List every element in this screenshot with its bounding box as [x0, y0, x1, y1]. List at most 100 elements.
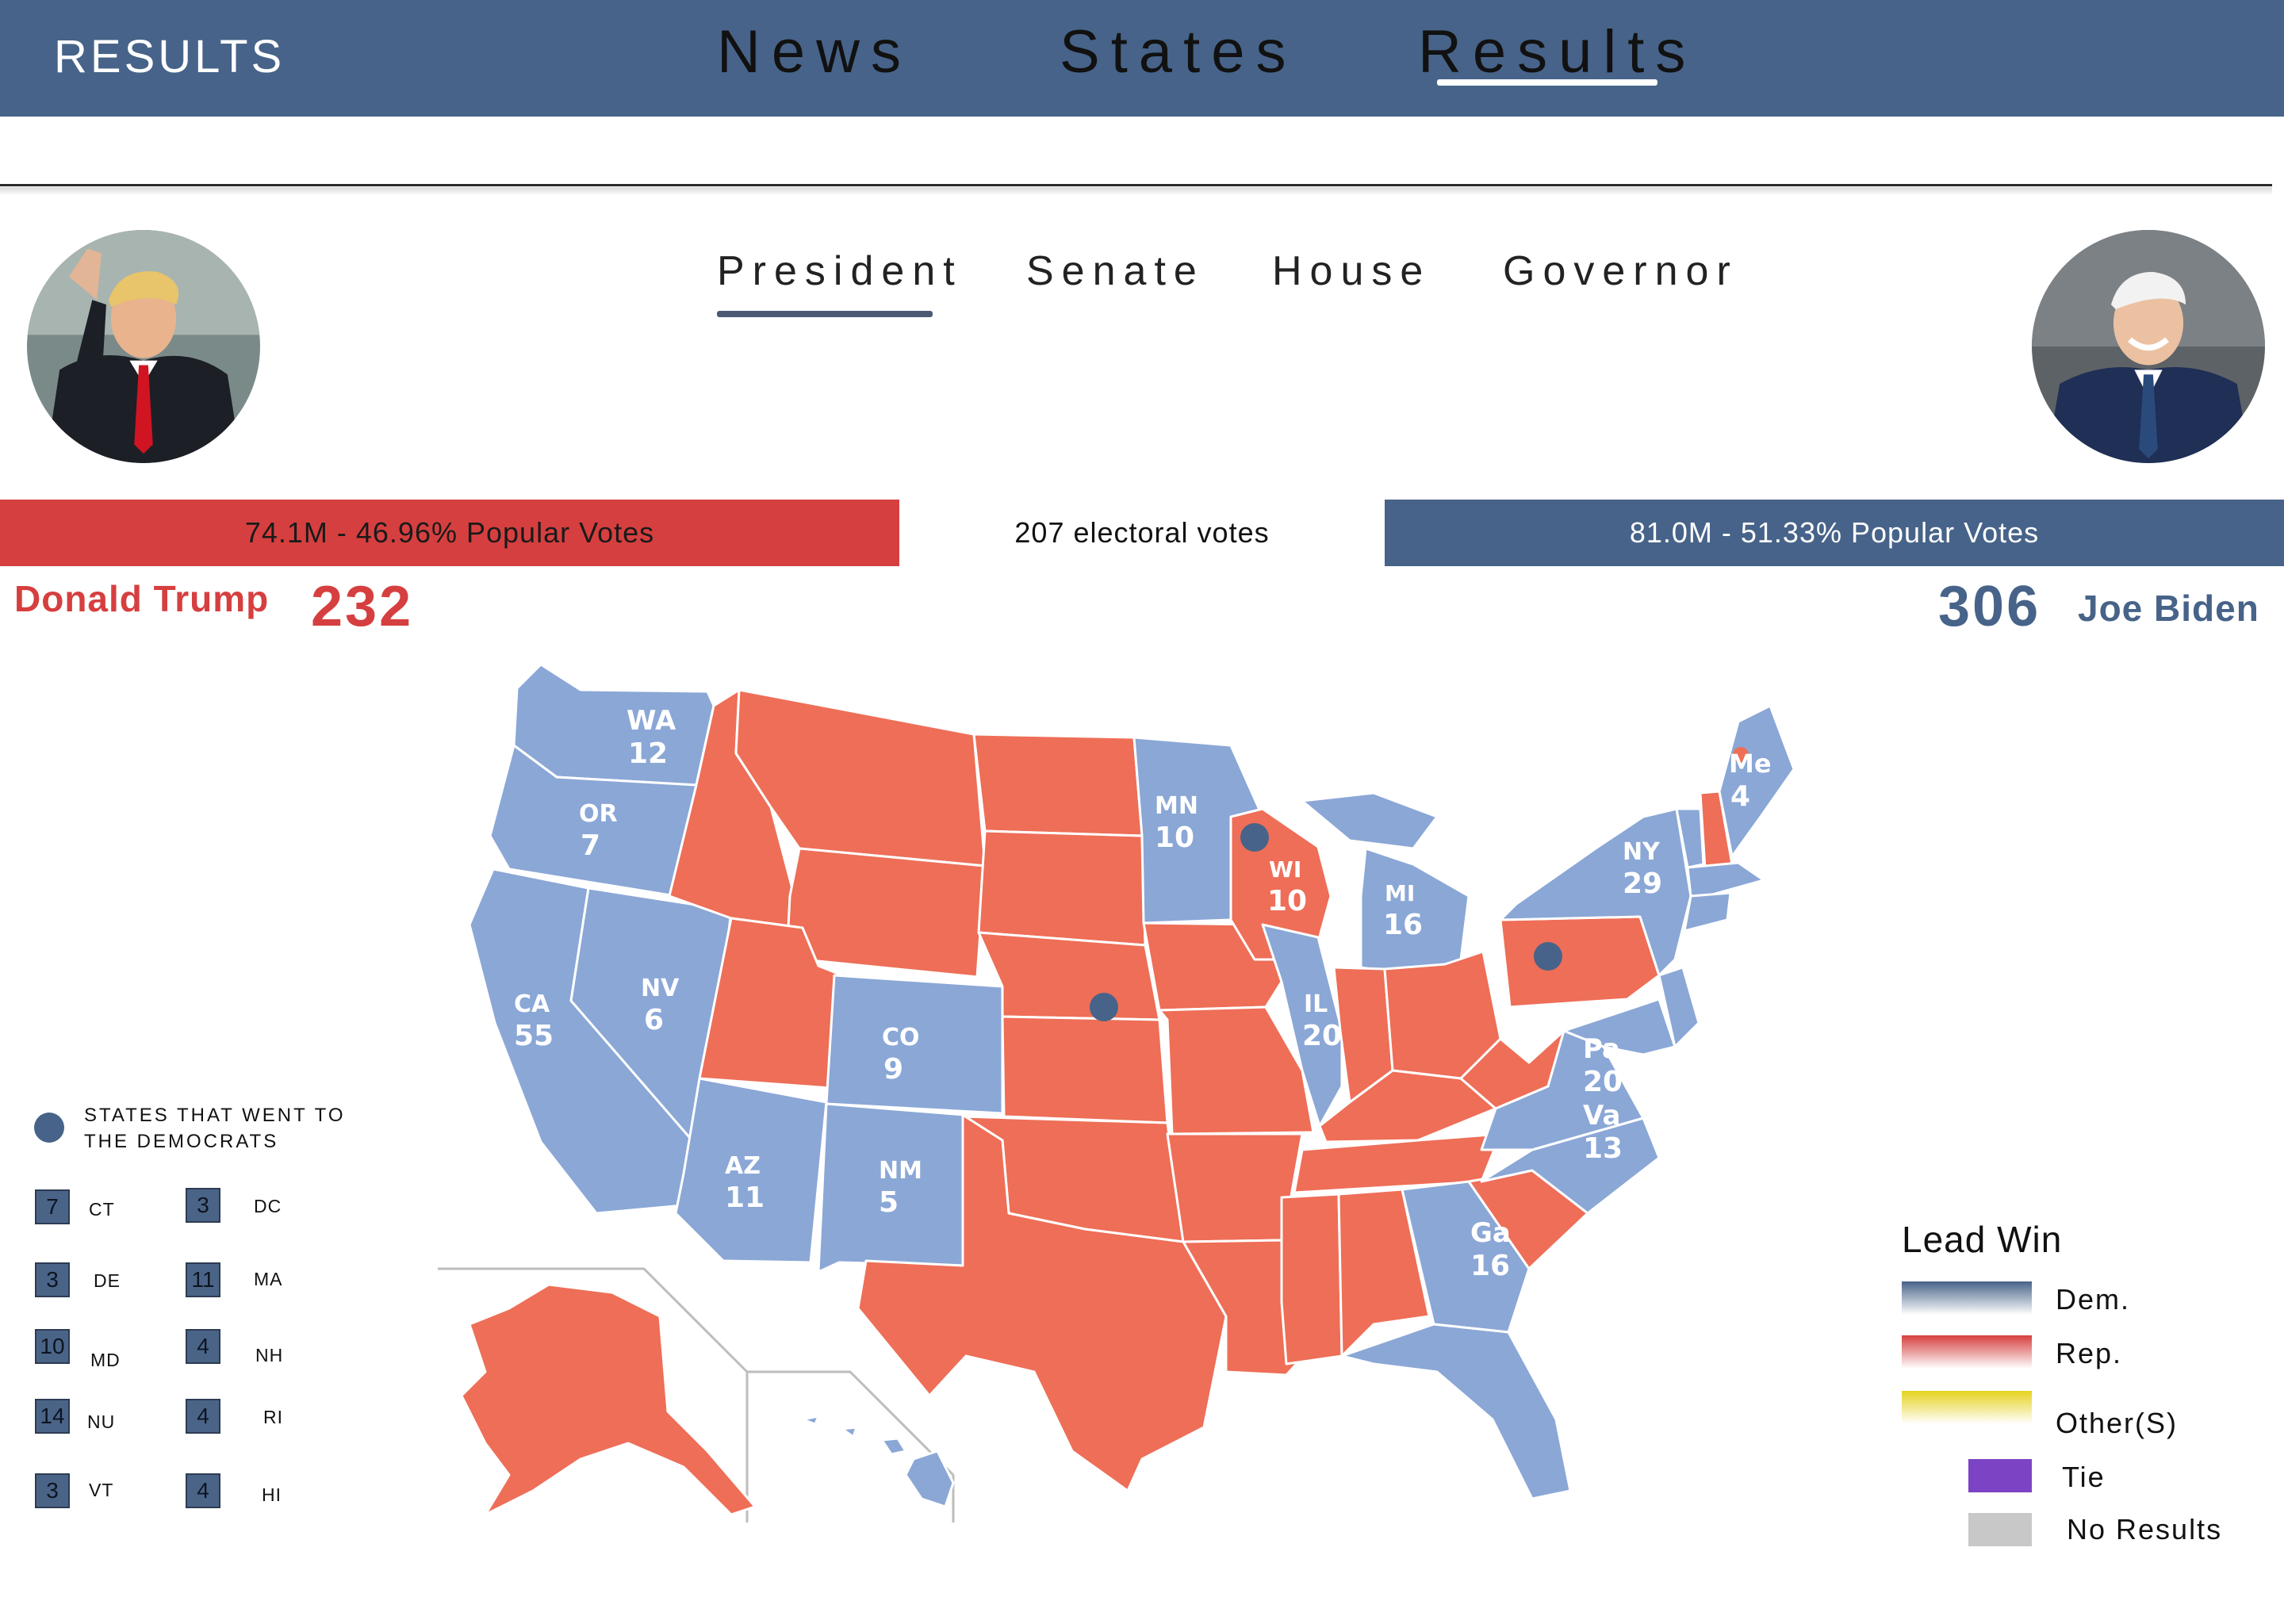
- democrat-states-legend-title: STATES THAT WENT TO THE DEMOCRATS: [84, 1105, 346, 1152]
- label-or-abbr: OR: [579, 800, 618, 828]
- dem-state-votes-box: 4: [186, 1329, 220, 1364]
- state-pa: [1499, 915, 1661, 1009]
- label-az-votes: 11: [725, 1182, 765, 1214]
- democrat-popular-votes-bar: 81.0M - 51.33% Popular Votes: [1385, 500, 2284, 566]
- state-mo: [1158, 1005, 1315, 1136]
- tab-senate[interactable]: Senate: [1026, 247, 1205, 295]
- legend-swatch-dem: [1902, 1281, 2032, 1315]
- democrat-electoral-count: 306: [1938, 575, 2041, 638]
- label-or-votes: 7: [581, 829, 600, 862]
- legend-swatch-rep: [1902, 1335, 2032, 1369]
- legend-label-no-results: No Results: [2067, 1513, 2223, 1545]
- dem-state-votes-box: 10: [35, 1329, 70, 1364]
- tab-active-indicator: [717, 311, 933, 317]
- state-nd: [972, 733, 1144, 837]
- dem-state-label: HI: [262, 1484, 282, 1505]
- label-va-abbr: Va: [1583, 1100, 1620, 1132]
- dem-state-label: CT: [89, 1199, 115, 1220]
- state-hi: [801, 1415, 955, 1508]
- democrat-candidate-avatar: [2032, 230, 2265, 463]
- label-me-abbr: Me: [1729, 749, 1772, 779]
- dem-state-label: DC: [254, 1196, 282, 1216]
- brand-title: RESULTS: [54, 31, 286, 82]
- legend-swatch-other: [1902, 1391, 2032, 1424]
- label-wi-abbr: WI: [1269, 856, 1301, 883]
- lead-win-legend-title: Lead Win: [1902, 1219, 2063, 1260]
- label-wa-abbr: WA: [627, 705, 676, 737]
- label-me-votes: 4: [1730, 780, 1750, 813]
- tab-house[interactable]: House: [1272, 247, 1431, 295]
- electoral-votes-label: 207 electoral votes: [1014, 516, 1270, 549]
- label-pa-abbr: Pa: [1583, 1033, 1620, 1065]
- dem-state-votes-box: 3: [35, 1473, 70, 1508]
- dem-state-votes-box: 11: [186, 1262, 220, 1297]
- divider-shadow: [0, 187, 2272, 195]
- dem-state-label: DE: [94, 1270, 121, 1291]
- label-il-votes: 20: [1302, 1020, 1342, 1052]
- label-wi-votes: 10: [1267, 885, 1307, 917]
- nav-news[interactable]: News: [717, 17, 912, 86]
- dem-state-label: NU: [87, 1411, 116, 1432]
- dem-state-votes-box: 4: [186, 1473, 220, 1508]
- label-wa-votes: 12: [628, 737, 668, 770]
- legend-swatch-no-results: [1968, 1513, 2032, 1546]
- legend-label-dem: Dem.: [2056, 1283, 2131, 1316]
- nav-active-indicator: [1437, 79, 1657, 86]
- dem-state-label: NH: [255, 1345, 284, 1365]
- legend-label-rep: Rep.: [2056, 1337, 2123, 1369]
- republican-electoral-count: 232: [311, 575, 414, 638]
- label-ny-abbr: NY: [1623, 838, 1661, 866]
- dem-state-label: VT: [89, 1480, 114, 1500]
- label-nv-votes: 6: [644, 1004, 664, 1036]
- legend-label-other: Other(S): [2056, 1407, 2179, 1439]
- label-nm-votes: 5: [879, 1186, 899, 1219]
- label-nm-abbr: NM: [879, 1157, 922, 1185]
- nav-results[interactable]: Results: [1418, 17, 1696, 86]
- state-ne: [977, 931, 1161, 1021]
- tab-president[interactable]: President: [717, 247, 963, 295]
- state-ak: [460, 1283, 757, 1516]
- label-mn-votes: 10: [1155, 822, 1194, 854]
- dem-state-votes-box: 14: [35, 1399, 70, 1434]
- label-az-abbr: AZ: [725, 1152, 761, 1180]
- dem-state-label: MD: [90, 1350, 121, 1370]
- label-mi-votes: 16: [1383, 909, 1423, 941]
- dem-state-votes-box: 3: [186, 1188, 220, 1223]
- label-mn-abbr: MN: [1155, 792, 1198, 820]
- dem-state-votes-box: 7: [35, 1189, 70, 1224]
- state-ct: [1683, 891, 1732, 933]
- electoral-votes-center: 207 electoral votes: [899, 500, 1385, 566]
- legend-label-tie: Tie: [2062, 1461, 2106, 1493]
- republican-candidate-name: Donald Trump: [14, 578, 270, 619]
- label-pa-votes: 20: [1583, 1066, 1623, 1098]
- democrat-candidate-name: Joe Biden: [2078, 588, 2259, 629]
- legend-swatch-tie: [1968, 1459, 2032, 1492]
- top-bar: RESULTS News States Results: [0, 0, 2284, 117]
- republican-candidate-avatar: [27, 230, 260, 463]
- state-ms: [1280, 1193, 1343, 1365]
- state-ks: [1001, 1015, 1169, 1124]
- state-sd: [977, 829, 1147, 947]
- republican-popular-votes: 74.1M - 46.96% Popular Votes: [244, 516, 655, 549]
- label-mi-abbr: MI: [1385, 880, 1415, 906]
- state-wy: [785, 847, 987, 979]
- state-mi-up: [1301, 791, 1439, 850]
- label-il-abbr: IL: [1304, 990, 1328, 1018]
- state-dot-ne: [1090, 993, 1118, 1021]
- democrat-dot-icon: [34, 1113, 64, 1143]
- label-ga-abbr: Ga: [1470, 1217, 1511, 1249]
- state-dot-wi: [1240, 823, 1269, 852]
- state-fl: [1340, 1323, 1572, 1500]
- dem-state-votes-box: 4: [186, 1399, 220, 1434]
- label-ca-abbr: CA: [514, 990, 550, 1018]
- state-dot-pa: [1534, 942, 1562, 971]
- nav-states[interactable]: States: [1060, 17, 1297, 86]
- dem-state-votes-box: 3: [35, 1262, 70, 1297]
- label-va-votes: 13: [1583, 1132, 1623, 1165]
- divider: [0, 184, 2272, 186]
- state-ma: [1686, 861, 1765, 898]
- tab-governor[interactable]: Governor: [1503, 247, 1738, 295]
- democrat-popular-votes: 81.0M - 51.33% Popular Votes: [1629, 516, 2040, 549]
- us-electoral-map[interactable]: WA 12 OR 7 CA 55 NV 6 AZ 11 CO 9 NM 5 MN…: [438, 658, 1802, 1522]
- dem-state-label: RI: [263, 1407, 283, 1427]
